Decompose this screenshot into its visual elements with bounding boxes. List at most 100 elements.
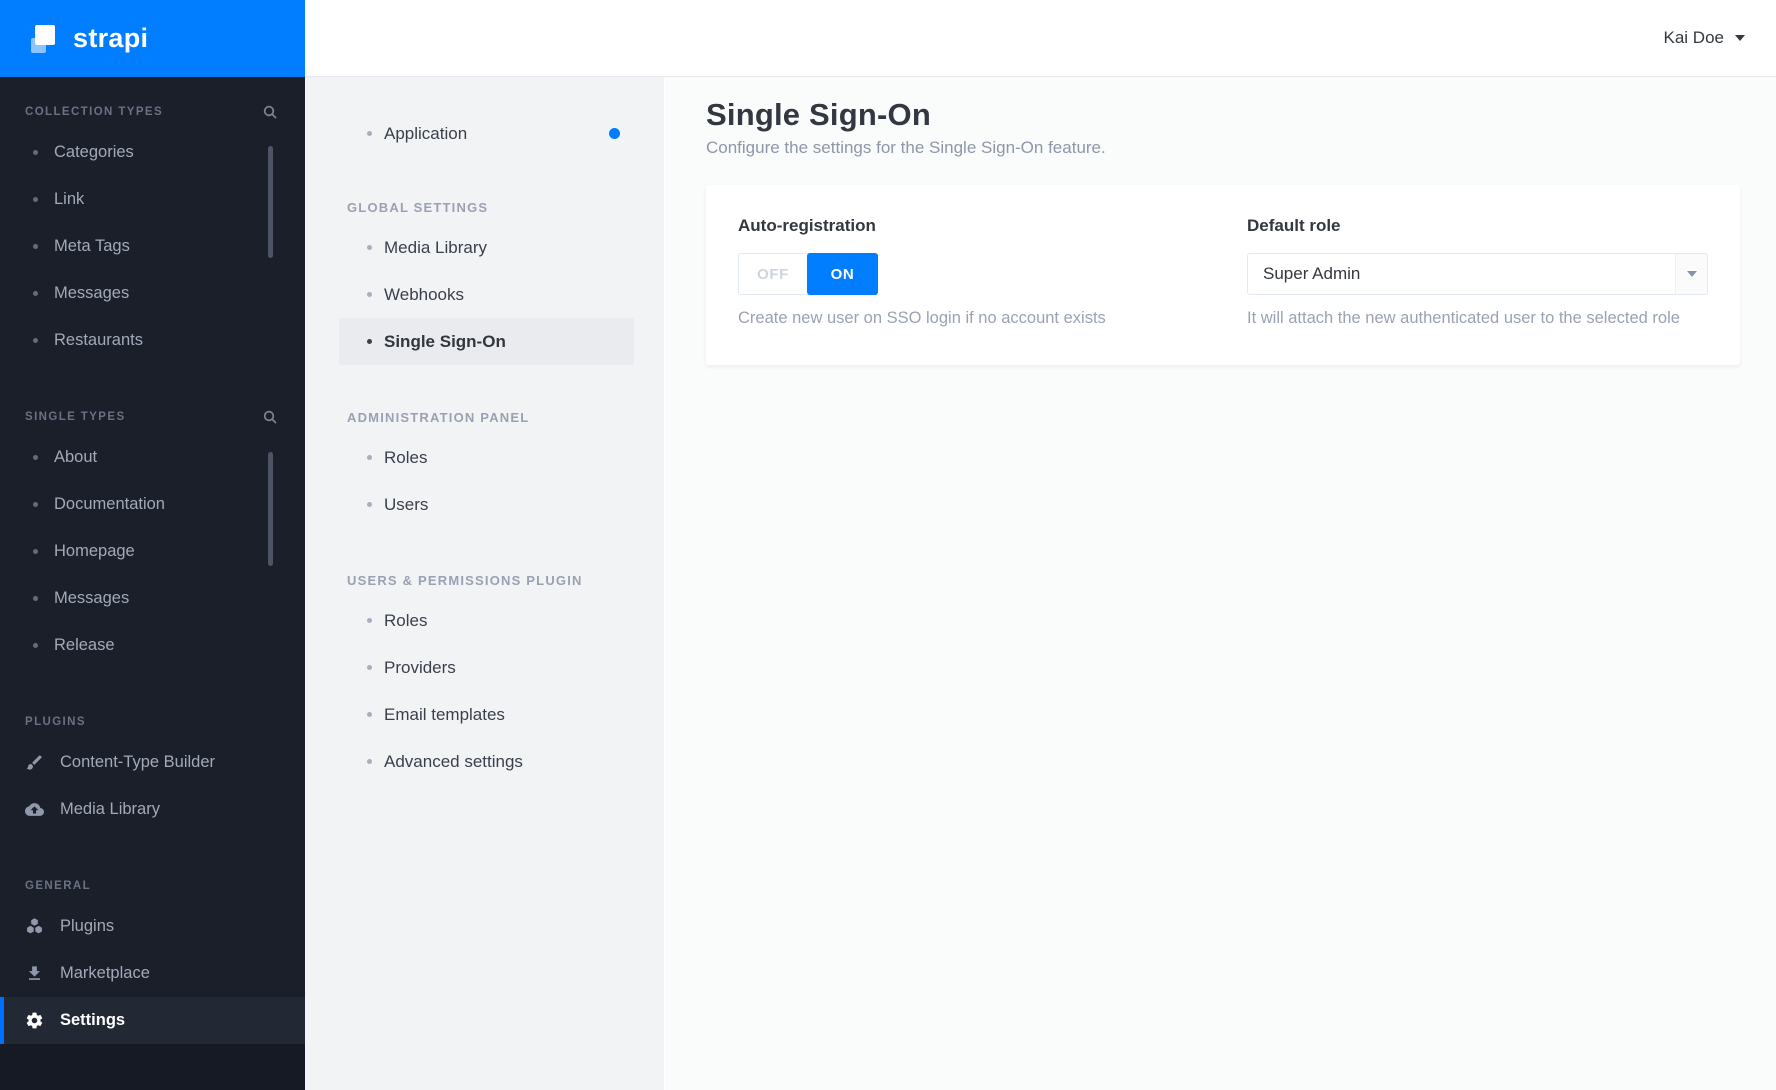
default-role-value: Super Admin xyxy=(1263,264,1361,283)
collection-types-scrollbar[interactable] xyxy=(268,146,273,258)
users-permissions-heading: USERS & PERMISSIONS PLUGIN xyxy=(347,572,583,588)
bullet-icon xyxy=(33,291,38,296)
subnav-item-label: Users xyxy=(384,494,429,514)
sidebar-item-messages[interactable]: Messages xyxy=(0,270,305,317)
sidebar-item-label: Settings xyxy=(60,1011,126,1029)
bullet-icon xyxy=(367,245,372,250)
cubes-icon xyxy=(27,918,42,934)
sidebar-item-label: Homepage xyxy=(54,542,135,560)
subnav-item-application[interactable]: Application xyxy=(305,110,664,157)
collection-types-heading: COLLECTION TYPES xyxy=(25,106,164,118)
sidebar-item-release[interactable]: Release xyxy=(0,622,305,669)
bullet-icon xyxy=(367,339,372,344)
brand-name: strapi xyxy=(73,23,149,53)
body-row: Application GLOBAL SETTINGS Media Librar… xyxy=(305,77,1776,1090)
subnav-item-providers[interactable]: Providers xyxy=(305,644,664,691)
subnav-item-advanced-settings[interactable]: Advanced settings xyxy=(305,738,664,785)
sidebar-item-content-type-builder[interactable]: Content-Type Builder xyxy=(0,739,305,786)
notification-dot xyxy=(609,128,620,139)
bullet-icon xyxy=(33,244,38,249)
sidebar-item-documentation[interactable]: Documentation xyxy=(0,481,305,528)
subnav-section-users-permissions: USERS & PERMISSIONS PLUGIN Roles Provide… xyxy=(305,563,664,785)
sidebar-item-label: Meta Tags xyxy=(54,237,130,255)
sidebar-item-restaurants[interactable]: Restaurants xyxy=(0,317,305,364)
subnav-item-media-library[interactable]: Media Library xyxy=(305,224,664,271)
subnav-item-single-sign-on[interactable]: Single Sign-On xyxy=(339,318,634,365)
sidebar-item-settings[interactable]: Settings xyxy=(0,997,305,1044)
brush-icon xyxy=(26,755,42,770)
default-role-select[interactable]: Super Admin xyxy=(1247,253,1708,295)
subnav-section-administration-panel: ADMINISTRATION PANEL Roles Users xyxy=(305,400,664,528)
section-general: GENERAL Plugins Marketplace Settings xyxy=(0,869,305,1044)
bullet-icon xyxy=(367,759,372,764)
sidebar-item-label: Messages xyxy=(54,589,130,607)
sidebar-item-media-library[interactable]: Media Library xyxy=(0,786,305,833)
gear-icon xyxy=(26,1012,43,1029)
auto-registration-label: Auto-registration xyxy=(738,216,876,235)
auto-registration-toggle[interactable]: OFF ON xyxy=(738,253,878,295)
sidebar-item-label: Link xyxy=(54,190,85,208)
bullet-icon xyxy=(33,197,38,202)
sidebar-item-homepage[interactable]: Homepage xyxy=(0,528,305,575)
main-sidebar: strapi COLLECTION TYPES Categories Link … xyxy=(0,0,305,1090)
default-role-label: Default role xyxy=(1247,216,1341,235)
search-icon[interactable] xyxy=(262,104,278,120)
bullet-icon xyxy=(33,455,38,460)
bullet-icon xyxy=(33,150,38,155)
sidebar-item-label: About xyxy=(54,448,98,466)
sidebar-item-label: Categories xyxy=(54,143,134,161)
sidebar-item-label: Marketplace xyxy=(60,964,150,982)
sidebar-item-meta-tags[interactable]: Meta Tags xyxy=(0,223,305,270)
sidebar-item-label: Messages xyxy=(54,284,130,302)
subnav-item-label: Webhooks xyxy=(384,284,465,304)
strapi-logo-icon xyxy=(28,24,58,54)
bullet-icon xyxy=(367,502,372,507)
subnav-item-label: Providers xyxy=(384,657,456,677)
subnav-item-label: Email templates xyxy=(384,704,505,724)
download-icon xyxy=(28,966,41,980)
main-content: Single Sign-On Configure the settings fo… xyxy=(665,77,1776,1090)
sidebar-item-plugins[interactable]: Plugins xyxy=(0,903,305,950)
sidebar-item-marketplace[interactable]: Marketplace xyxy=(0,950,305,997)
subnav-item-webhooks[interactable]: Webhooks xyxy=(305,271,664,318)
settings-subnav: Application GLOBAL SETTINGS Media Librar… xyxy=(305,77,665,1090)
subnav-item-admin-users[interactable]: Users xyxy=(305,481,664,528)
user-menu[interactable]: Kai Doe xyxy=(1664,28,1745,48)
subnav-item-email-templates[interactable]: Email templates xyxy=(305,691,664,738)
page-subtitle: Configure the settings for the Single Si… xyxy=(706,138,1106,157)
sidebar-item-label: Content-Type Builder xyxy=(60,753,216,771)
single-types-heading: SINGLE TYPES xyxy=(25,411,126,423)
bullet-icon xyxy=(33,338,38,343)
bullet-icon xyxy=(33,549,38,554)
administration-panel-heading: ADMINISTRATION PANEL xyxy=(347,409,530,425)
bullet-icon xyxy=(367,455,372,460)
strapi-logo[interactable]: strapi xyxy=(0,0,305,77)
bullet-icon xyxy=(367,618,372,623)
subnav-item-label: Advanced settings xyxy=(384,751,523,771)
subnav-item-up-roles[interactable]: Roles xyxy=(305,597,664,644)
bullet-icon xyxy=(367,712,372,717)
default-role-field: Default role Super Admin It will attach … xyxy=(1247,216,1708,365)
toggle-off-button[interactable]: OFF xyxy=(739,254,807,294)
section-single-types: SINGLE TYPES About Documentation Homepag… xyxy=(0,400,305,669)
sidebar-item-label: Restaurants xyxy=(54,331,143,349)
auto-registration-hint: Create new user on SSO login if no accou… xyxy=(738,309,1106,327)
bullet-icon xyxy=(367,131,372,136)
sidebar-item-link[interactable]: Link xyxy=(0,176,305,223)
bullet-icon xyxy=(33,643,38,648)
user-name: Kai Doe xyxy=(1663,28,1724,47)
toggle-on-button[interactable]: ON xyxy=(807,253,878,295)
single-types-scrollbar[interactable] xyxy=(268,452,273,566)
search-icon[interactable] xyxy=(262,409,278,425)
sidebar-item-label: Media Library xyxy=(60,800,160,818)
global-settings-heading: GLOBAL SETTINGS xyxy=(347,199,489,215)
default-role-hint: It will attach the new authenticated use… xyxy=(1247,309,1680,327)
sidebar-item-categories[interactable]: Categories xyxy=(0,129,305,176)
subnav-item-admin-roles[interactable]: Roles xyxy=(305,434,664,481)
sidebar-item-about[interactable]: About xyxy=(0,434,305,481)
sidebar-item-messages-single[interactable]: Messages xyxy=(0,575,305,622)
caret-down-icon xyxy=(1735,35,1745,41)
subnav-item-label: Media Library xyxy=(384,237,487,257)
subnav-item-label: Roles xyxy=(384,447,428,467)
page-title: Single Sign-On xyxy=(706,97,931,132)
